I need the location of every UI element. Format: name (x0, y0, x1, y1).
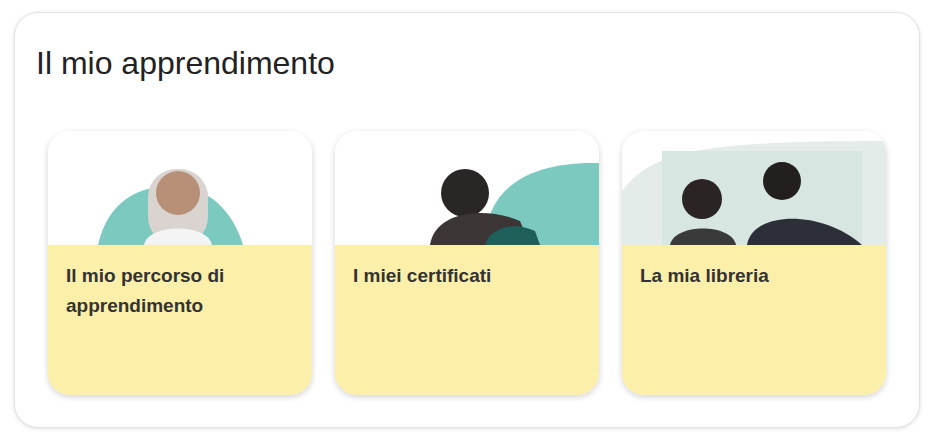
card-label: La mia libreria (640, 261, 868, 291)
card-label: I miei certificati (353, 261, 581, 291)
card-image (48, 131, 312, 245)
learning-card[interactable]: La mia libreria (622, 131, 886, 395)
panel-title: Il mio apprendimento (15, 13, 919, 83)
learning-panel: Il mio apprendimento Il mio percorso di a… (14, 12, 920, 428)
card-photo (622, 131, 886, 245)
card-row: Il mio percorso di apprendimento I miei c… (15, 131, 919, 395)
card-image (335, 131, 599, 245)
card-photo (335, 131, 599, 245)
card-label: Il mio percorso di apprendimento (66, 261, 294, 321)
card-image (622, 131, 886, 245)
learning-card[interactable]: Il mio percorso di apprendimento (48, 131, 312, 395)
card-body: La mia libreria (622, 245, 886, 395)
learning-card[interactable]: I miei certificati (335, 131, 599, 395)
card-photo (48, 131, 312, 245)
card-body: I miei certificati (335, 245, 599, 395)
card-body: Il mio percorso di apprendimento (48, 245, 312, 395)
page: Il mio apprendimento Il mio percorso di a… (0, 0, 934, 445)
